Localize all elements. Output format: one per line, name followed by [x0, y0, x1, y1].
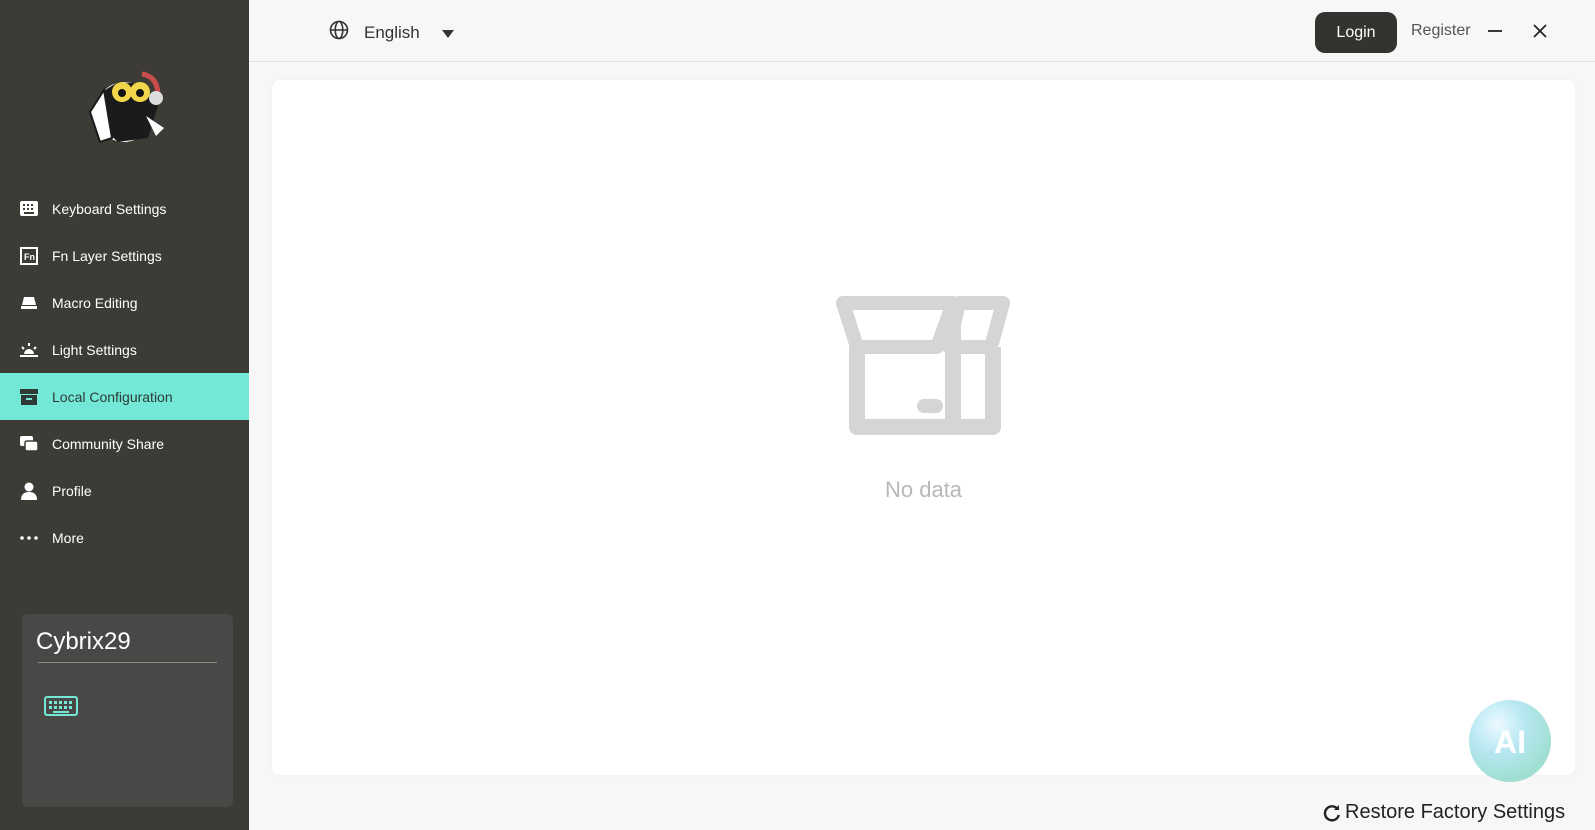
empty-box-icon	[833, 295, 1013, 446]
sidebar-item-local-configuration[interactable]: Local Configuration	[0, 373, 249, 420]
sidebar-item-light-settings[interactable]: Light Settings	[0, 326, 249, 373]
sidebar-item-label: Local Configuration	[52, 388, 173, 405]
svg-text:AI: AI	[1494, 724, 1526, 760]
sidebar-item-label: More	[52, 529, 84, 546]
sidebar-item-keyboard-settings[interactable]: Keyboard Settings	[0, 185, 249, 232]
sidebar-item-label: Macro Editing	[52, 294, 138, 311]
device-card[interactable]: Cybrix29	[22, 614, 233, 807]
sidebar: Keyboard Settings Fn Fn Layer Settings M…	[0, 0, 249, 830]
sidebar-nav: Keyboard Settings Fn Fn Layer Settings M…	[0, 185, 249, 561]
refresh-icon	[1323, 804, 1340, 821]
register-button[interactable]: Register	[1411, 22, 1471, 40]
sidebar-item-profile[interactable]: Profile	[0, 467, 249, 514]
light-icon	[19, 340, 39, 360]
sidebar-item-community-share[interactable]: Community Share	[0, 420, 249, 467]
globe-icon	[329, 20, 349, 45]
archive-icon	[19, 387, 39, 407]
chat-icon	[19, 434, 39, 454]
restore-label: Restore Factory Settings	[1345, 801, 1566, 823]
sidebar-item-label: Keyboard Settings	[52, 200, 167, 217]
top-bar: English Login Register	[249, 0, 1595, 62]
sidebar-item-label: Fn Layer Settings	[52, 247, 162, 264]
sidebar-item-macro-editing[interactable]: Macro Editing	[0, 279, 249, 326]
fn-icon: Fn	[19, 246, 39, 266]
login-button[interactable]: Login	[1315, 12, 1397, 53]
language-selector[interactable]: English	[329, 20, 454, 45]
device-name: Cybrix29	[36, 628, 131, 655]
sidebar-item-label: Profile	[52, 482, 92, 499]
language-label: English	[364, 22, 420, 42]
restore-factory-settings-button[interactable]: Restore Factory Settings	[1323, 801, 1565, 824]
sidebar-item-more[interactable]: More	[0, 514, 249, 561]
close-icon[interactable]	[1530, 21, 1550, 41]
svg-text:Fn: Fn	[24, 252, 35, 262]
empty-state-text: No data	[884, 477, 963, 502]
more-icon	[19, 528, 39, 548]
sidebar-item-label: Light Settings	[52, 341, 137, 358]
keyboard-icon	[44, 696, 78, 723]
sidebar-item-label: Community Share	[52, 435, 165, 452]
sidebar-item-fn-layer-settings[interactable]: Fn Fn Layer Settings	[0, 232, 249, 279]
ai-assistant-button[interactable]: AI	[1467, 698, 1553, 784]
mascot-logo	[82, 62, 168, 148]
user-icon	[19, 481, 39, 501]
keyboard-icon	[19, 199, 39, 219]
macro-icon	[19, 293, 39, 313]
main-content: No data	[272, 80, 1575, 775]
divider	[38, 662, 217, 663]
chevron-down-icon	[441, 23, 454, 43]
minimize-icon[interactable]	[1485, 21, 1505, 41]
